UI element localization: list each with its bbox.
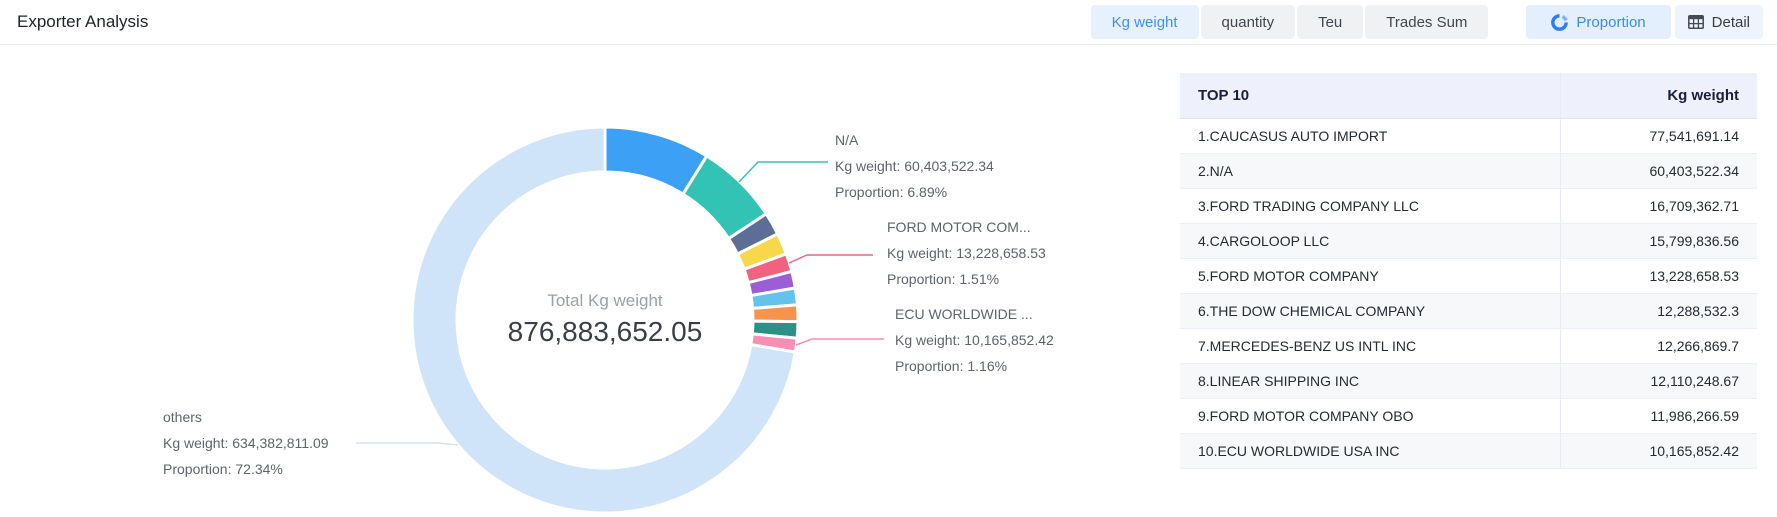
callout-name: FORD MOTOR COM... xyxy=(887,214,1046,240)
table-row: 7.MERCEDES-BENZ US INTL INC12,266,869.7 xyxy=(1180,328,1757,363)
callout-label-others: others Kg weight: 634,382,811.09 Proport… xyxy=(163,404,329,482)
tab-trades-sum[interactable]: Trades Sum xyxy=(1365,5,1488,39)
header-bar: Exporter Analysis Kg weightquantityTeuTr… xyxy=(0,0,1777,45)
callout-line xyxy=(789,255,873,263)
kg-weight-cell: 77,541,691.14 xyxy=(1560,118,1757,153)
donut-chart-icon xyxy=(1551,14,1568,31)
callout-kg-weight: Kg weight: 10,165,852.42 xyxy=(895,327,1054,353)
pie-slice-linear-shipping-inc[interactable] xyxy=(753,305,799,322)
callout-line xyxy=(356,443,458,445)
table-row: 8.LINEAR SHIPPING INC12,110,248.67 xyxy=(1180,363,1757,398)
exporter-name-cell: 3.FORD TRADING COMPANY LLC xyxy=(1180,188,1560,223)
proportion-view-button[interactable]: Proportion xyxy=(1526,5,1670,39)
exporter-name-cell: 8.LINEAR SHIPPING INC xyxy=(1180,363,1560,398)
tab-quantity[interactable]: quantity xyxy=(1201,5,1296,39)
callout-line xyxy=(739,162,828,182)
callout-line xyxy=(796,339,884,345)
table-row: 5.FORD MOTOR COMPANY13,228,658.53 xyxy=(1180,258,1757,293)
kg-weight-cell: 16,709,362.71 xyxy=(1560,188,1757,223)
callout-kg-weight: Kg weight: 13,228,658.53 xyxy=(887,240,1046,266)
callout-kg-weight: Kg weight: 634,382,811.09 xyxy=(163,430,329,456)
exporter-name-cell: 1.CAUCASUS AUTO IMPORT xyxy=(1180,118,1560,153)
table-row: 1.CAUCASUS AUTO IMPORT77,541,691.14 xyxy=(1180,118,1757,153)
kg-weight-cell: 11,986,266.59 xyxy=(1560,398,1757,433)
tab-kg-weight[interactable]: Kg weight xyxy=(1091,5,1199,39)
kg-weight-cell: 12,110,248.67 xyxy=(1560,363,1757,398)
exporter-name-cell: 7.MERCEDES-BENZ US INTL INC xyxy=(1180,328,1560,363)
kg-weight-cell: 12,266,869.7 xyxy=(1560,328,1757,363)
table-row: 3.FORD TRADING COMPANY LLC16,709,362.71 xyxy=(1180,188,1757,223)
callout-label-ford-motor: FORD MOTOR COM... Kg weight: 13,228,658.… xyxy=(887,214,1046,292)
table-header-row: TOP 10 Kg weight xyxy=(1180,73,1757,118)
kg-weight-cell: 60,403,522.34 xyxy=(1560,153,1757,188)
table-row: 6.THE DOW CHEMICAL COMPANY12,288,532.3 xyxy=(1180,293,1757,328)
callout-proportion: Proportion: 1.16% xyxy=(895,353,1054,379)
callout-proportion: Proportion: 6.89% xyxy=(835,179,994,205)
proportion-view-label: Proportion xyxy=(1576,14,1645,31)
table-grid-icon xyxy=(1688,15,1704,29)
proportion-donut-chart: Total Kg weight 876,883,652.05 N/A Kg we… xyxy=(0,45,1165,517)
header-controls: Kg weightquantityTeuTrades Sum Proportio… xyxy=(1091,5,1763,39)
kg-weight-cell: 10,165,852.42 xyxy=(1560,433,1757,468)
kg-weight-cell: 13,228,658.53 xyxy=(1560,258,1757,293)
exporter-name-cell: 5.FORD MOTOR COMPANY xyxy=(1180,258,1560,293)
callout-proportion: Proportion: 1.51% xyxy=(887,266,1046,292)
callout-name: ECU WORLDWIDE ... xyxy=(895,301,1054,327)
table-row: 9.FORD MOTOR COMPANY OBO11,986,266.59 xyxy=(1180,398,1757,433)
top10-table: TOP 10 Kg weight 1.CAUCASUS AUTO IMPORT7… xyxy=(1180,73,1757,469)
callout-kg-weight: Kg weight: 60,403,522.34 xyxy=(835,153,994,179)
table-row: 2.N/A60,403,522.34 xyxy=(1180,153,1757,188)
exporter-name-cell: 9.FORD MOTOR COMPANY OBO xyxy=(1180,398,1560,433)
callout-proportion: Proportion: 72.34% xyxy=(163,456,329,482)
tab-teu[interactable]: Teu xyxy=(1297,5,1363,39)
table-header-top10: TOP 10 xyxy=(1180,73,1560,118)
callout-label-ecu-worldwide: ECU WORLDWIDE ... Kg weight: 10,165,852.… xyxy=(895,301,1054,379)
table-row: 4.CARGOLOOP LLC15,799,836.56 xyxy=(1180,223,1757,258)
kg-weight-cell: 15,799,836.56 xyxy=(1560,223,1757,258)
exporter-name-cell: 2.N/A xyxy=(1180,153,1560,188)
exporter-name-cell: 4.CARGOLOOP LLC xyxy=(1180,223,1560,258)
page-title: Exporter Analysis xyxy=(17,0,148,44)
metric-tabs: Kg weightquantityTeuTrades Sum xyxy=(1091,5,1489,39)
exporter-name-cell: 6.THE DOW CHEMICAL COMPANY xyxy=(1180,293,1560,328)
callout-name: N/A xyxy=(835,127,994,153)
callout-label-na: N/A Kg weight: 60,403,522.34 Proportion:… xyxy=(835,127,994,205)
callout-name: others xyxy=(163,404,329,430)
kg-weight-cell: 12,288,532.3 xyxy=(1560,293,1757,328)
table-header-kg-weight: Kg weight xyxy=(1560,73,1757,118)
detail-view-button[interactable]: Detail xyxy=(1675,5,1763,39)
table-row: 10.ECU WORLDWIDE USA INC10,165,852.42 xyxy=(1180,433,1757,468)
exporter-name-cell: 10.ECU WORLDWIDE USA INC xyxy=(1180,433,1560,468)
detail-view-label: Detail xyxy=(1712,14,1750,31)
